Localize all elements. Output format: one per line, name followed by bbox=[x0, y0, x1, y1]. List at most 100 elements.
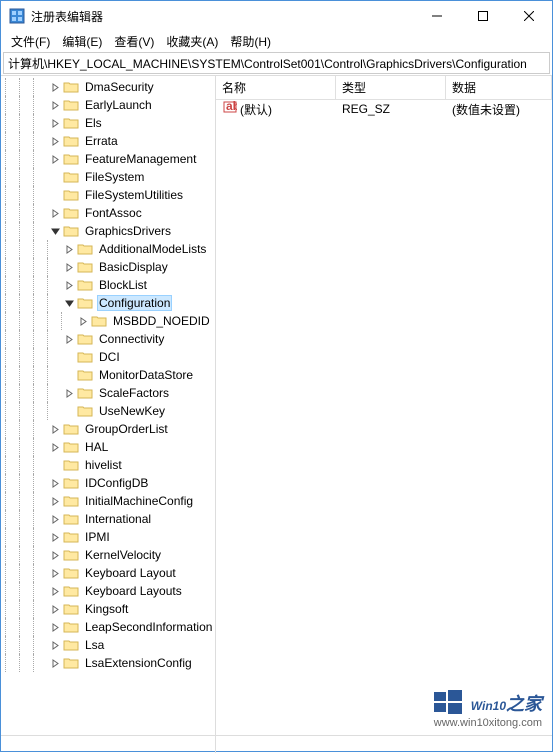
tree-item[interactable]: IDConfigDB bbox=[1, 474, 215, 492]
tree-item[interactable]: DmaSecurity bbox=[1, 78, 215, 96]
tree-item[interactable]: Keyboard Layouts bbox=[1, 582, 215, 600]
folder-icon bbox=[63, 566, 79, 580]
tree-item[interactable]: MonitorDataStore bbox=[1, 366, 215, 384]
tree-item[interactable]: FileSystem bbox=[1, 168, 215, 186]
tree-toggle-icon[interactable] bbox=[47, 119, 63, 128]
folder-icon bbox=[77, 368, 93, 382]
tree-toggle-icon[interactable] bbox=[47, 155, 63, 164]
tree-toggle-icon[interactable] bbox=[47, 443, 63, 452]
string-value-icon: ab bbox=[222, 100, 238, 114]
tree-item[interactable]: Els bbox=[1, 114, 215, 132]
tree-item[interactable]: Kingsoft bbox=[1, 600, 215, 618]
tree-view[interactable]: DmaSecurity EarlyLaunch ElsErrataFeatureMa… bbox=[1, 76, 216, 735]
menu-edit[interactable]: 编辑(E) bbox=[56, 31, 108, 52]
tree-toggle-icon[interactable] bbox=[61, 335, 77, 344]
tree-item[interactable]: hivelist bbox=[1, 456, 215, 474]
tree-toggle-icon[interactable] bbox=[47, 515, 63, 524]
folder-icon bbox=[63, 494, 79, 508]
tree-item[interactable]: IPMI bbox=[1, 528, 215, 546]
tree-toggle-icon[interactable] bbox=[47, 101, 63, 110]
tree-item[interactable]: International bbox=[1, 510, 215, 528]
maximize-button[interactable] bbox=[460, 1, 506, 31]
tree-toggle-icon[interactable] bbox=[47, 641, 63, 650]
tree-toggle-icon[interactable] bbox=[47, 83, 63, 92]
tree-item-label: EarlyLaunch bbox=[83, 98, 154, 112]
col-name[interactable]: 名称 bbox=[216, 76, 336, 99]
minimize-button[interactable] bbox=[414, 1, 460, 31]
tree-item[interactable]: HAL bbox=[1, 438, 215, 456]
tree-item[interactable]: FileSystemUtilities bbox=[1, 186, 215, 204]
tree-toggle-icon[interactable] bbox=[47, 425, 63, 434]
folder-icon bbox=[77, 404, 93, 418]
tree-toggle-icon[interactable] bbox=[47, 227, 63, 236]
tree-toggle-icon[interactable] bbox=[61, 281, 77, 290]
tree-item[interactable]: ScaleFactors bbox=[1, 384, 215, 402]
tree-toggle-icon[interactable] bbox=[47, 533, 63, 542]
menu-view[interactable]: 查看(V) bbox=[108, 31, 160, 52]
close-button[interactable] bbox=[506, 1, 552, 31]
folder-icon bbox=[91, 314, 107, 328]
tree-item[interactable]: Configuration bbox=[1, 294, 215, 312]
tree-toggle-icon[interactable] bbox=[47, 605, 63, 614]
tree-item-label: DCI bbox=[97, 350, 122, 364]
tree-item[interactable]: UseNewKey bbox=[1, 402, 215, 420]
value-data: (数值未设置) bbox=[446, 101, 526, 118]
tree-toggle-icon[interactable] bbox=[61, 299, 77, 308]
tree-toggle-icon[interactable] bbox=[47, 497, 63, 506]
address-bar[interactable]: 计算机\HKEY_LOCAL_MACHINE\SYSTEM\ControlSet… bbox=[3, 52, 550, 74]
tree-item[interactable]: Keyboard Layout bbox=[1, 564, 215, 582]
tree-item[interactable]: GraphicsDrivers bbox=[1, 222, 215, 240]
tree-item[interactable]: Errata bbox=[1, 132, 215, 150]
tree-item[interactable]: LeapSecondInformation bbox=[1, 618, 215, 636]
tree-item-label: IPMI bbox=[83, 530, 112, 544]
folder-icon bbox=[63, 656, 79, 670]
tree-toggle-icon[interactable] bbox=[47, 569, 63, 578]
tree-item-label: AdditionalModeLists bbox=[97, 242, 208, 256]
tree-item[interactable]: KernelVelocity bbox=[1, 546, 215, 564]
tree-item-label: DmaSecurity bbox=[83, 80, 156, 94]
tree-item[interactable]: BasicDisplay bbox=[1, 258, 215, 276]
tree-item-label: Kingsoft bbox=[83, 602, 130, 616]
tree-item-label: hivelist bbox=[83, 458, 124, 472]
tree-toggle-icon[interactable] bbox=[47, 479, 63, 488]
menu-file[interactable]: 文件(F) bbox=[5, 31, 56, 52]
tree-toggle-icon[interactable] bbox=[47, 659, 63, 668]
col-type[interactable]: 类型 bbox=[336, 76, 446, 99]
list-view[interactable]: 名称 类型 数据 ab(默认)REG_SZ(数值未设置) bbox=[216, 76, 552, 735]
tree-item[interactable]: Connectivity bbox=[1, 330, 215, 348]
menu-favorites[interactable]: 收藏夹(A) bbox=[160, 31, 224, 52]
tree-toggle-icon[interactable] bbox=[75, 317, 91, 326]
tree-toggle-icon[interactable] bbox=[61, 389, 77, 398]
tree-toggle-icon[interactable] bbox=[47, 551, 63, 560]
tree-item-label: KernelVelocity bbox=[83, 548, 163, 562]
tree-item[interactable]: LsaExtensionConfig bbox=[1, 654, 215, 672]
menu-help[interactable]: 帮助(H) bbox=[224, 31, 277, 52]
tree-toggle-icon[interactable] bbox=[47, 623, 63, 632]
tree-item[interactable]: BlockList bbox=[1, 276, 215, 294]
list-row[interactable]: ab(默认)REG_SZ(数值未设置) bbox=[216, 100, 552, 118]
tree-item[interactable]: AdditionalModeLists bbox=[1, 240, 215, 258]
tree-item[interactable]: FeatureManagement bbox=[1, 150, 215, 168]
tree-item[interactable]: FontAssoc bbox=[1, 204, 215, 222]
tree-toggle-icon[interactable] bbox=[47, 137, 63, 146]
tree-item[interactable]: GroupOrderList bbox=[1, 420, 215, 438]
tree-item[interactable]: InitialMachineConfig bbox=[1, 492, 215, 510]
tree-item-label: Keyboard Layout bbox=[83, 566, 178, 580]
tree-item-label: LsaExtensionConfig bbox=[83, 656, 194, 670]
tree-item-label: IDConfigDB bbox=[83, 476, 150, 490]
folder-icon bbox=[63, 530, 79, 544]
folder-icon bbox=[77, 278, 93, 292]
tree-toggle-icon[interactable] bbox=[61, 245, 77, 254]
tree-item-label: UseNewKey bbox=[97, 404, 167, 418]
tree-item[interactable]: DCI bbox=[1, 348, 215, 366]
folder-icon bbox=[63, 80, 79, 94]
tree-toggle-icon[interactable] bbox=[47, 587, 63, 596]
tree-toggle-icon[interactable] bbox=[47, 209, 63, 218]
tree-toggle-icon[interactable] bbox=[61, 263, 77, 272]
folder-icon bbox=[63, 422, 79, 436]
tree-item[interactable]: EarlyLaunch bbox=[1, 96, 215, 114]
folder-icon bbox=[77, 350, 93, 364]
tree-item[interactable]: Lsa bbox=[1, 636, 215, 654]
col-data[interactable]: 数据 bbox=[446, 76, 552, 99]
tree-item[interactable]: MSBDD_NOEDID bbox=[1, 312, 215, 330]
